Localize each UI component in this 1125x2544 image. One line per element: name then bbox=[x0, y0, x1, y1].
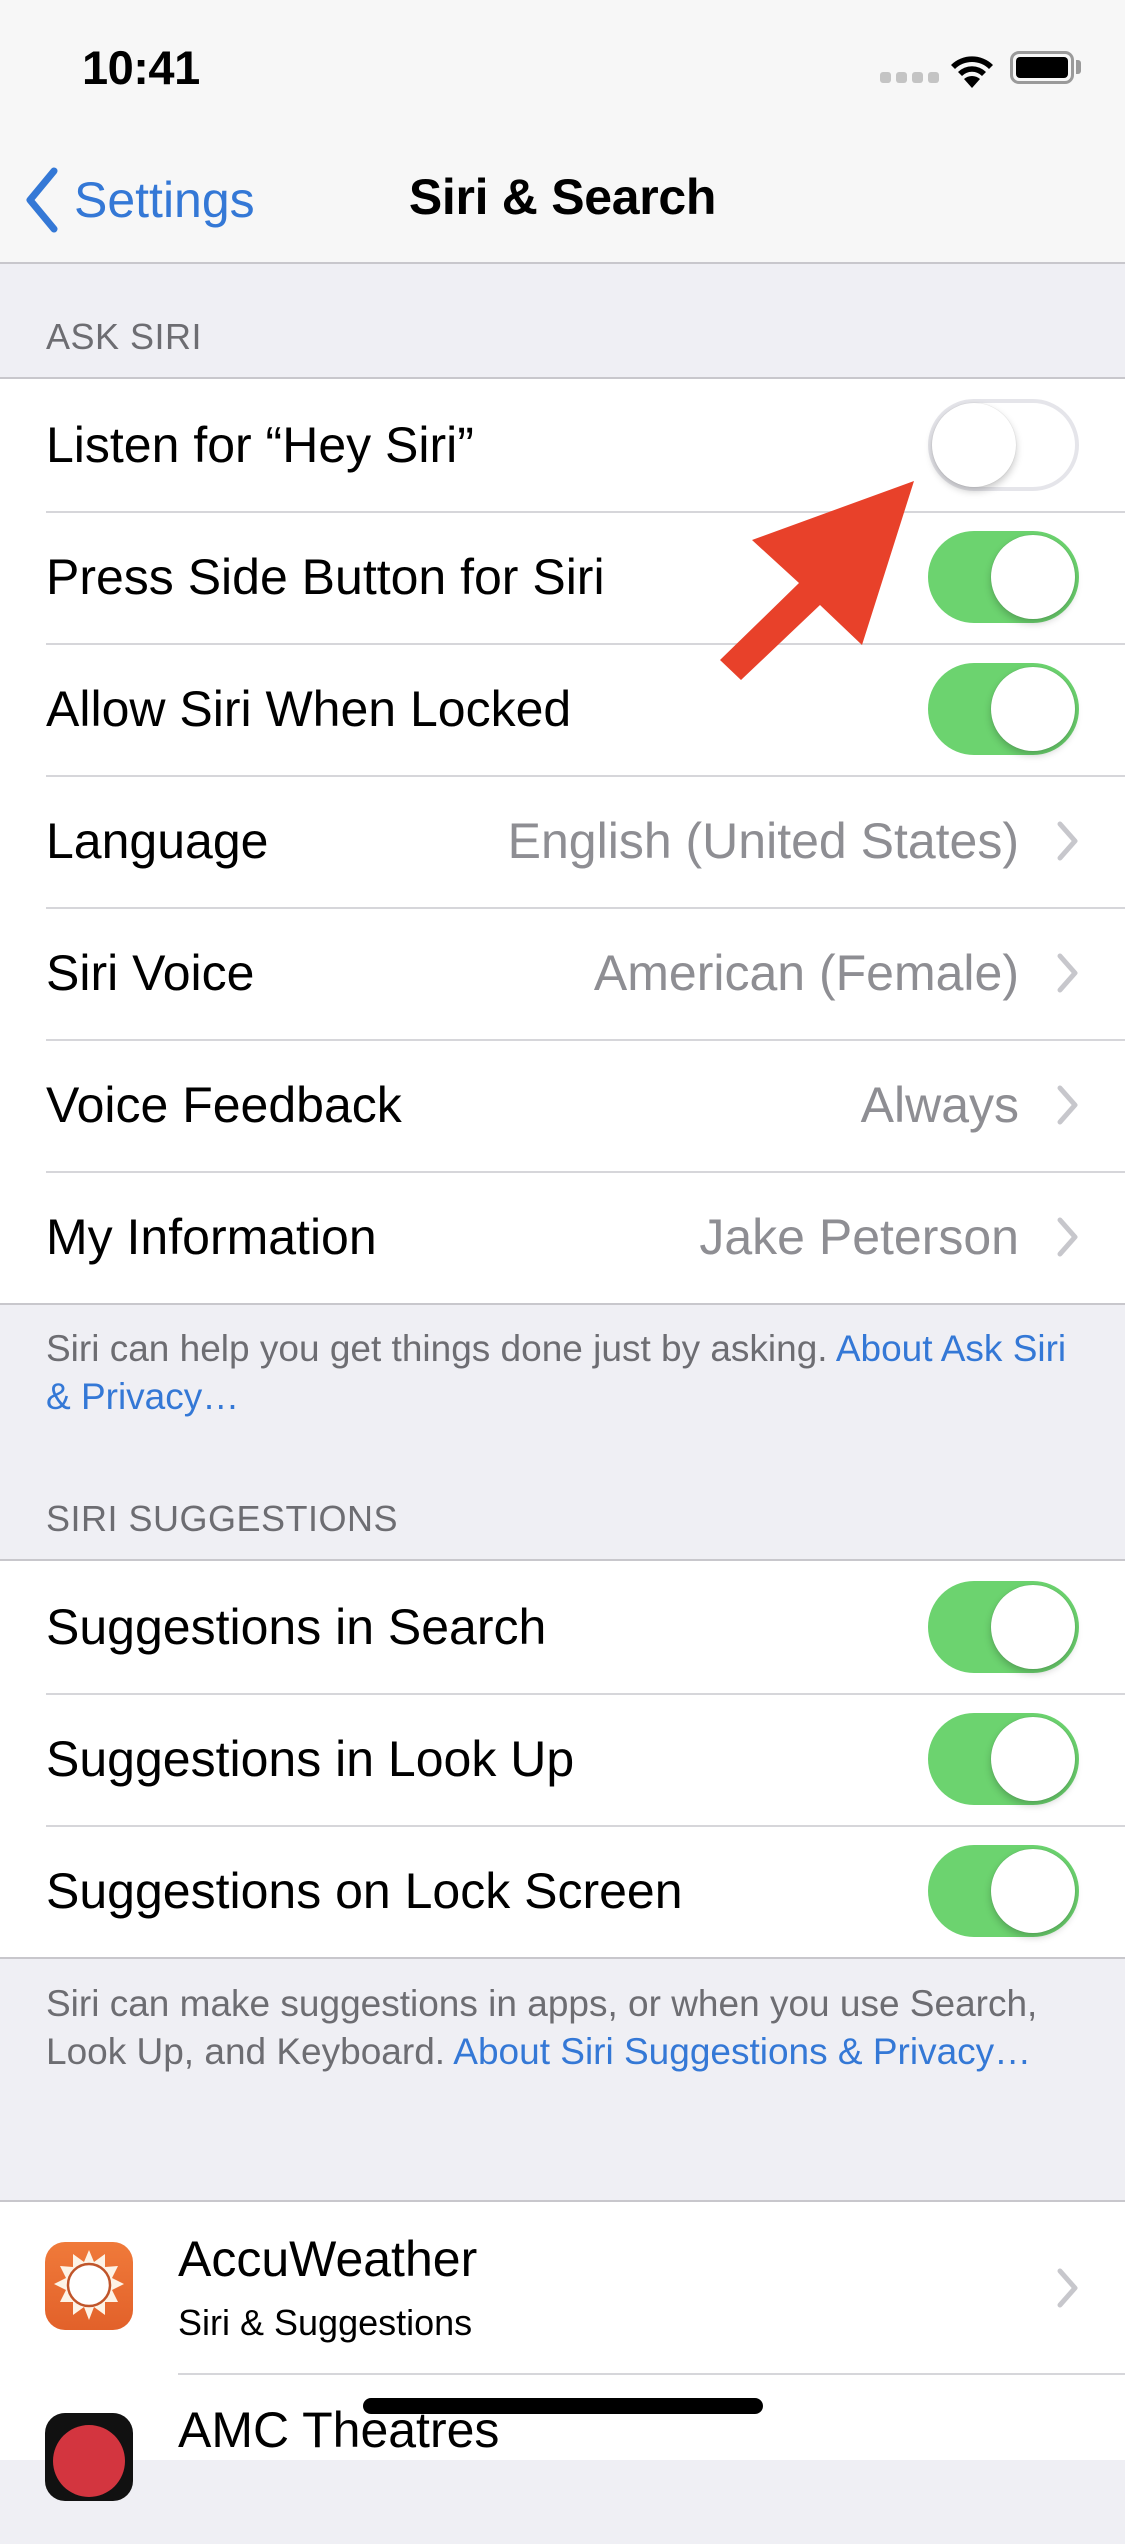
row-label: Suggestions in Search bbox=[46, 1599, 547, 1655]
allow-when-locked-toggle[interactable] bbox=[928, 663, 1079, 755]
row-siri-voice[interactable]: Siri Voice American (Female) bbox=[0, 907, 1125, 1039]
battery-tip bbox=[1076, 60, 1081, 74]
chevron-right-icon bbox=[1057, 821, 1078, 861]
status-time: 10:41 bbox=[82, 41, 200, 94]
toggle-knob bbox=[991, 1717, 1075, 1801]
press-side-button-toggle[interactable] bbox=[928, 531, 1079, 623]
about-siri-suggestions-privacy-link[interactable]: About Siri Suggestions & Privacy… bbox=[453, 2031, 1031, 2072]
row-suggestions-on-lock-screen[interactable]: Suggestions on Lock Screen bbox=[0, 1825, 1125, 1957]
chevron-right-icon bbox=[1057, 953, 1078, 993]
row-label: Suggestions on Lock Screen bbox=[46, 1863, 683, 1919]
row-label: Siri Voice bbox=[46, 945, 255, 1001]
app-name: AccuWeather bbox=[178, 2231, 478, 2287]
toggle-knob bbox=[991, 1585, 1075, 1669]
row-value: Always bbox=[860, 1077, 1019, 1133]
suggestions-in-look-up-toggle[interactable] bbox=[928, 1713, 1079, 1805]
cellular-signal-icon bbox=[880, 72, 939, 83]
app-subtitle: Siri & Suggestions bbox=[178, 2302, 473, 2343]
suggestions-in-search-toggle[interactable] bbox=[928, 1581, 1079, 1673]
toggle-knob bbox=[991, 535, 1075, 619]
toggle-knob bbox=[932, 403, 1016, 487]
row-label: Allow Siri When Locked bbox=[46, 681, 572, 737]
row-language[interactable]: Language English (United States) bbox=[0, 775, 1125, 907]
row-label: Press Side Button for Siri bbox=[46, 549, 605, 605]
row-value: English (United States) bbox=[507, 813, 1019, 869]
row-hey-siri[interactable]: Listen for “Hey Siri” bbox=[0, 379, 1125, 511]
section-header-siri-suggestions: SIRI SUGGESTIONS bbox=[46, 1498, 399, 1539]
chevron-right-icon bbox=[1057, 1217, 1078, 1257]
home-indicator[interactable] bbox=[363, 2398, 763, 2414]
siri-suggestions-group: Suggestions in Search Suggestions in Loo… bbox=[0, 1559, 1125, 1959]
chevron-right-icon bbox=[1057, 1085, 1078, 1125]
row-voice-feedback[interactable]: Voice Feedback Always bbox=[0, 1039, 1125, 1171]
row-suggestions-in-search[interactable]: Suggestions in Search bbox=[0, 1561, 1125, 1693]
row-allow-when-locked[interactable]: Allow Siri When Locked bbox=[0, 643, 1125, 775]
row-label: Voice Feedback bbox=[46, 1077, 402, 1133]
row-suggestions-in-look-up[interactable]: Suggestions in Look Up bbox=[0, 1693, 1125, 1825]
ask-siri-group: Listen for “Hey Siri” Press Side Button … bbox=[0, 377, 1125, 1305]
row-label: Suggestions in Look Up bbox=[46, 1731, 575, 1787]
battery-icon bbox=[1010, 51, 1074, 84]
accuweather-app-icon bbox=[45, 2242, 133, 2330]
amc-theatres-app-icon bbox=[45, 2413, 133, 2501]
hey-siri-toggle[interactable] bbox=[928, 399, 1079, 491]
row-label: My Information bbox=[46, 1209, 377, 1265]
toggle-knob bbox=[991, 667, 1075, 751]
row-my-information[interactable]: My Information Jake Peterson bbox=[0, 1171, 1125, 1303]
wifi-icon bbox=[951, 56, 993, 88]
ask-siri-footer: Siri can help you get things done just b… bbox=[46, 1325, 1079, 1421]
suggestions-on-lock-screen-toggle[interactable] bbox=[928, 1845, 1079, 1937]
row-label: Language bbox=[46, 813, 269, 869]
app-row-accuweather[interactable]: AccuWeather Siri & Suggestions bbox=[0, 2202, 1125, 2373]
footer-text: Siri can help you get things done just b… bbox=[46, 1328, 836, 1369]
toggle-knob bbox=[991, 1849, 1075, 1933]
row-press-side-button[interactable]: Press Side Button for Siri bbox=[0, 511, 1125, 643]
navigation-bar: Settings Siri & Search bbox=[0, 132, 1125, 264]
row-value: Jake Peterson bbox=[699, 1209, 1019, 1265]
siri-suggestions-footer: Siri can make suggestions in apps, or wh… bbox=[46, 1980, 1079, 2076]
section-header-ask-siri: ASK SIRI bbox=[46, 316, 203, 357]
chevron-right-icon bbox=[1057, 2268, 1078, 2308]
status-bar: 10:41 bbox=[0, 0, 1125, 132]
apps-group: AccuWeather Siri & Suggestions AMC Theat… bbox=[0, 2200, 1125, 2501]
row-value: American (Female) bbox=[593, 945, 1019, 1001]
page-title: Siri & Search bbox=[408, 169, 717, 225]
row-label: Listen for “Hey Siri” bbox=[46, 417, 474, 473]
